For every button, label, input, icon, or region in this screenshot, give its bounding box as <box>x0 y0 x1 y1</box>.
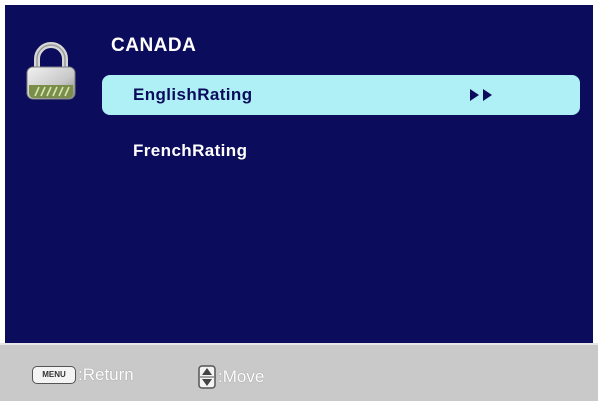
padlock-icon <box>26 42 76 100</box>
menu-item-label: EnglishRating <box>133 85 253 104</box>
menu-item-french-rating[interactable]: FrenchRating <box>102 131 580 171</box>
menu-item-label: FrenchRating <box>133 141 248 160</box>
up-down-key-icon <box>198 365 216 389</box>
osd-main-panel: CANADA EnglishRating FrenchRating <box>5 5 593 343</box>
hint-bar: MENU :Return :Move <box>0 343 598 401</box>
move-hint: :Move <box>198 365 264 389</box>
return-hint: MENU :Return <box>32 365 134 385</box>
menu-item-english-rating[interactable]: EnglishRating <box>102 75 580 115</box>
menu-key-icon: MENU <box>32 366 76 384</box>
osd-menu: CANADA EnglishRating FrenchRating MENU :… <box>0 0 598 401</box>
page-title: CANADA <box>111 35 197 56</box>
double-right-arrow-icon <box>470 89 492 101</box>
return-hint-label: :Return <box>78 365 134 384</box>
move-hint-label: :Move <box>218 367 265 386</box>
